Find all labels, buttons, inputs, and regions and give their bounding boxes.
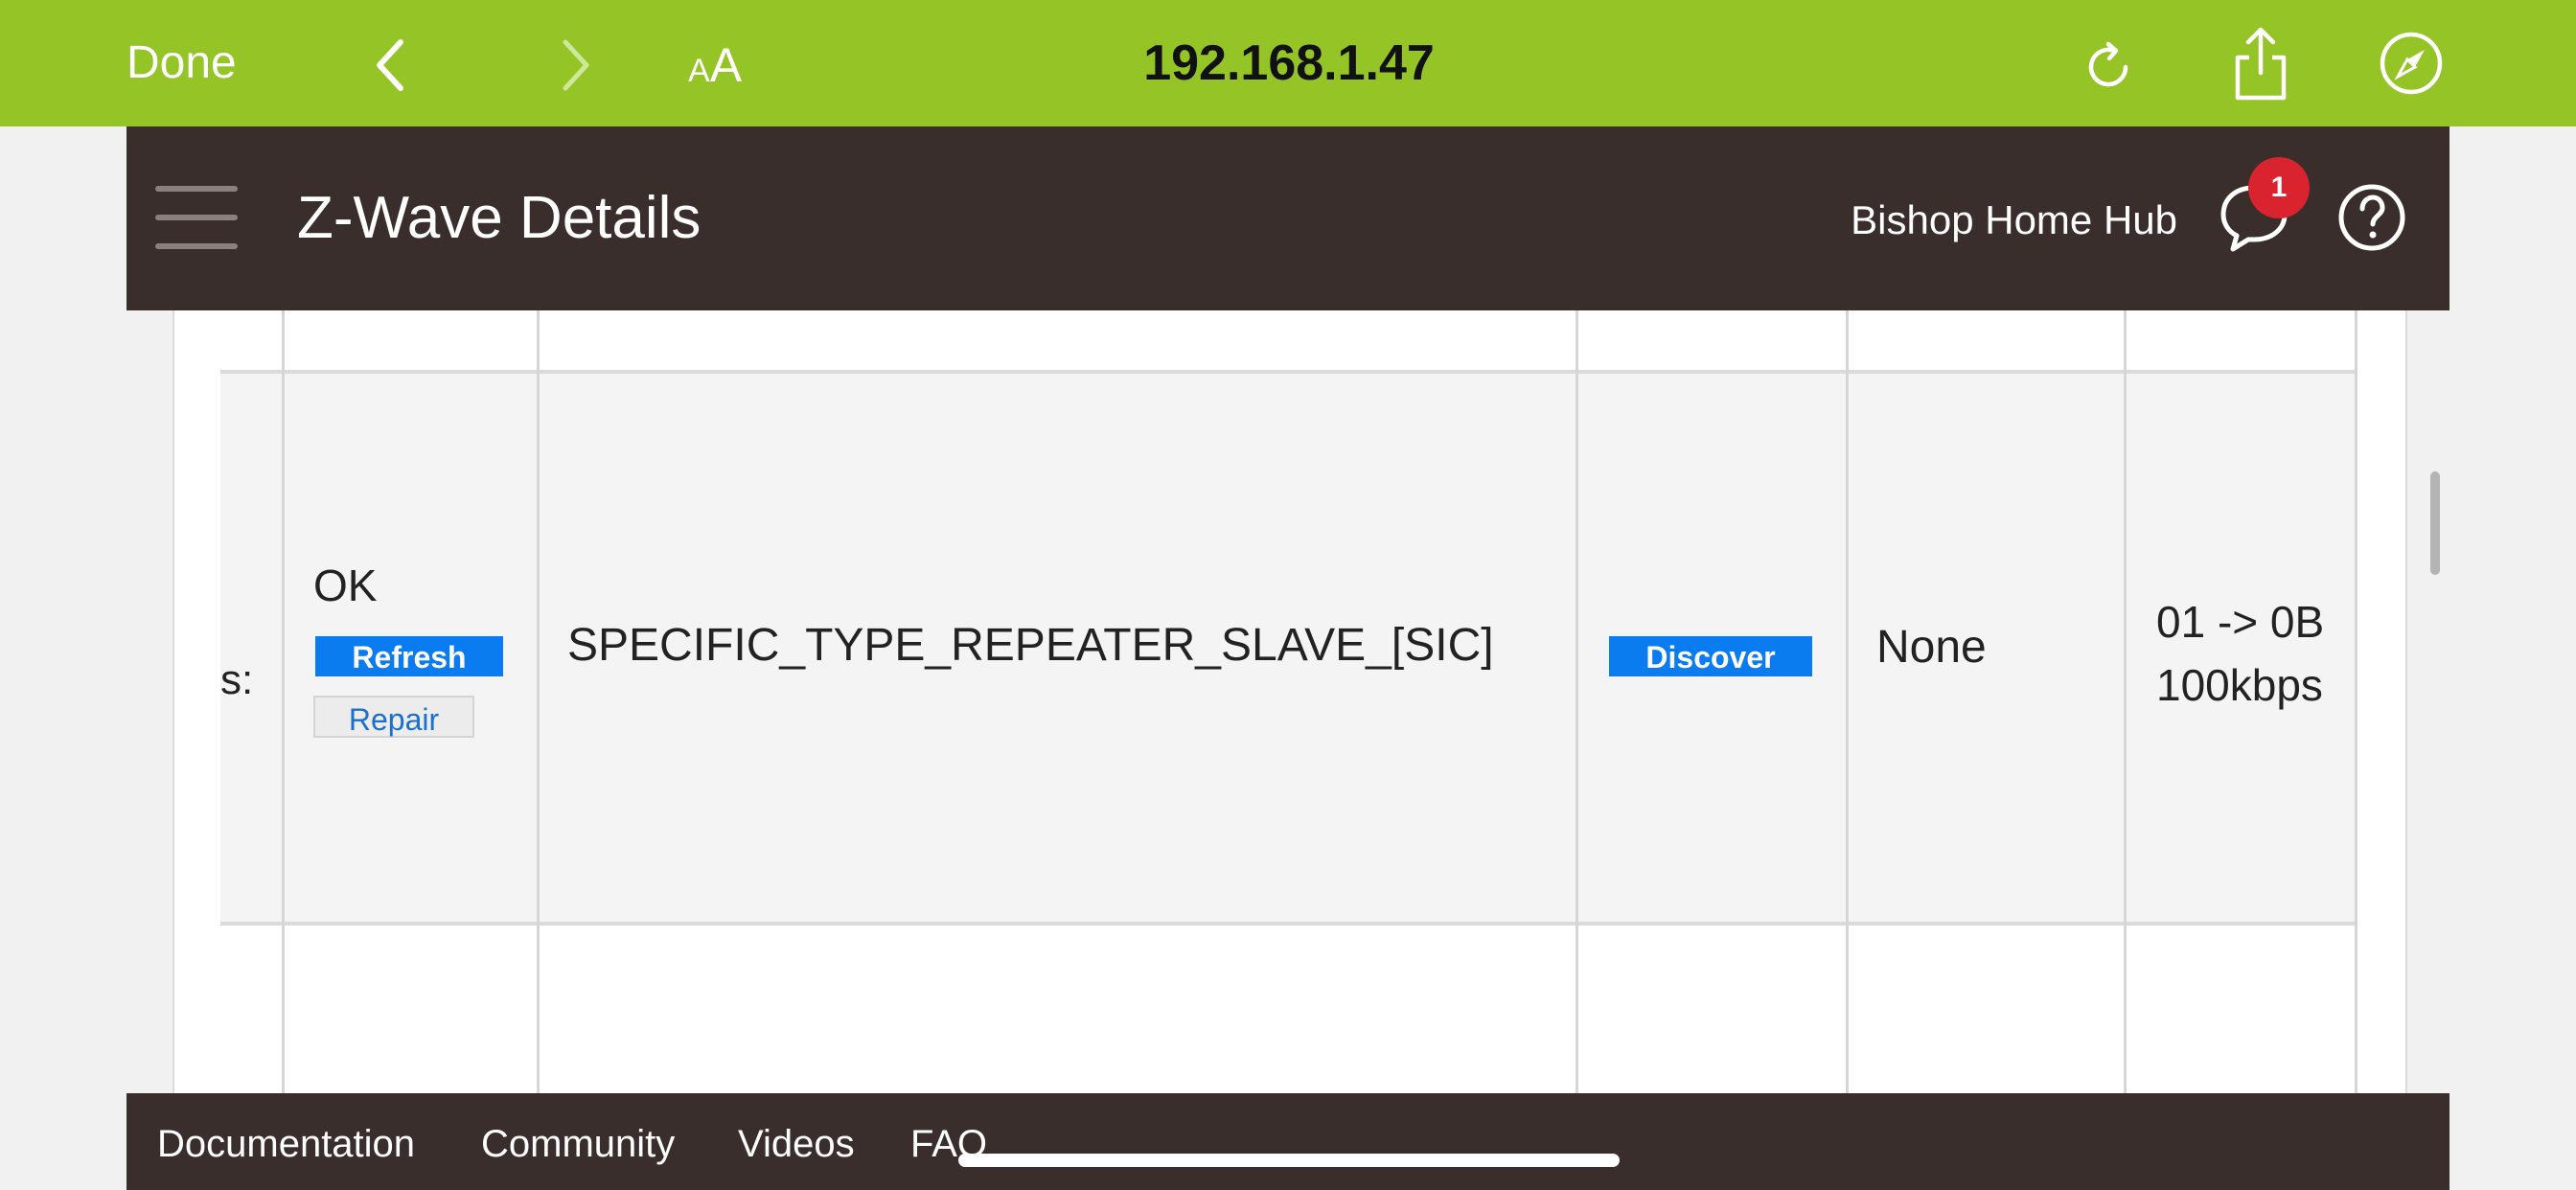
discover-button[interactable]: Discover [1609, 636, 1812, 676]
page-title: Z-Wave Details [297, 185, 702, 251]
back-icon[interactable] [372, 36, 410, 94]
scrollbar-thumb[interactable] [2430, 471, 2440, 575]
address-bar[interactable]: 192.168.1.47 [1054, 33, 1524, 94]
speed-value: 100kbps [2156, 660, 2323, 710]
hub-name[interactable]: Bishop Home Hub [1851, 195, 2177, 245]
footer-link-documentation[interactable]: Documentation [157, 1120, 415, 1168]
help-icon[interactable] [2336, 182, 2407, 253]
column-divider [1846, 310, 1849, 1190]
footer-link-videos[interactable]: Videos [738, 1120, 855, 1168]
reload-icon[interactable] [2082, 38, 2139, 96]
text-size-button[interactable]: AA [688, 36, 742, 106]
browser-toolbar: Done AA 192.168.1.47 [0, 0, 2576, 126]
forward-icon[interactable] [556, 36, 594, 94]
column-divider [2124, 310, 2127, 1190]
status-label-truncated: s: [220, 656, 254, 703]
content-panel: s: OK Refresh Repair SPECIFIC_TYPE_REPEA… [172, 310, 2407, 1190]
done-button[interactable]: Done [126, 34, 237, 92]
column-divider [2355, 310, 2358, 1190]
text-size-large-glyph: A [709, 38, 743, 92]
security-value: None [1876, 622, 1987, 673]
home-indicator [958, 1154, 1620, 1167]
table-row [220, 310, 2358, 370]
zwave-device-table: s: OK Refresh Repair SPECIFIC_TYPE_REPEA… [220, 310, 2358, 1190]
column-divider [1576, 310, 1578, 1190]
footer-link-community[interactable]: Community [481, 1120, 675, 1168]
app-header: Z-Wave Details Bishop Home Hub 1 [126, 126, 2450, 310]
menu-icon[interactable] [155, 186, 238, 249]
notification-badge: 1 [2248, 157, 2310, 218]
status-value: OK [313, 561, 378, 610]
route-info: 01 -> 0B 100kbps [2156, 590, 2324, 717]
device-type: SPECIFIC_TYPE_REPEATER_SLAVE_[SIC] [567, 620, 1494, 671]
footer-nav: Documentation Community Videos FAQ [126, 1093, 2450, 1190]
refresh-button[interactable]: Refresh [315, 636, 503, 676]
text-size-small-glyph: A [688, 53, 710, 89]
column-divider [282, 310, 285, 1190]
repair-button[interactable]: Repair [313, 696, 474, 738]
share-icon[interactable] [2229, 25, 2292, 102]
column-divider [537, 310, 540, 1190]
route-value: 01 -> 0B [2156, 597, 2325, 647]
compass-icon[interactable] [2377, 29, 2446, 98]
